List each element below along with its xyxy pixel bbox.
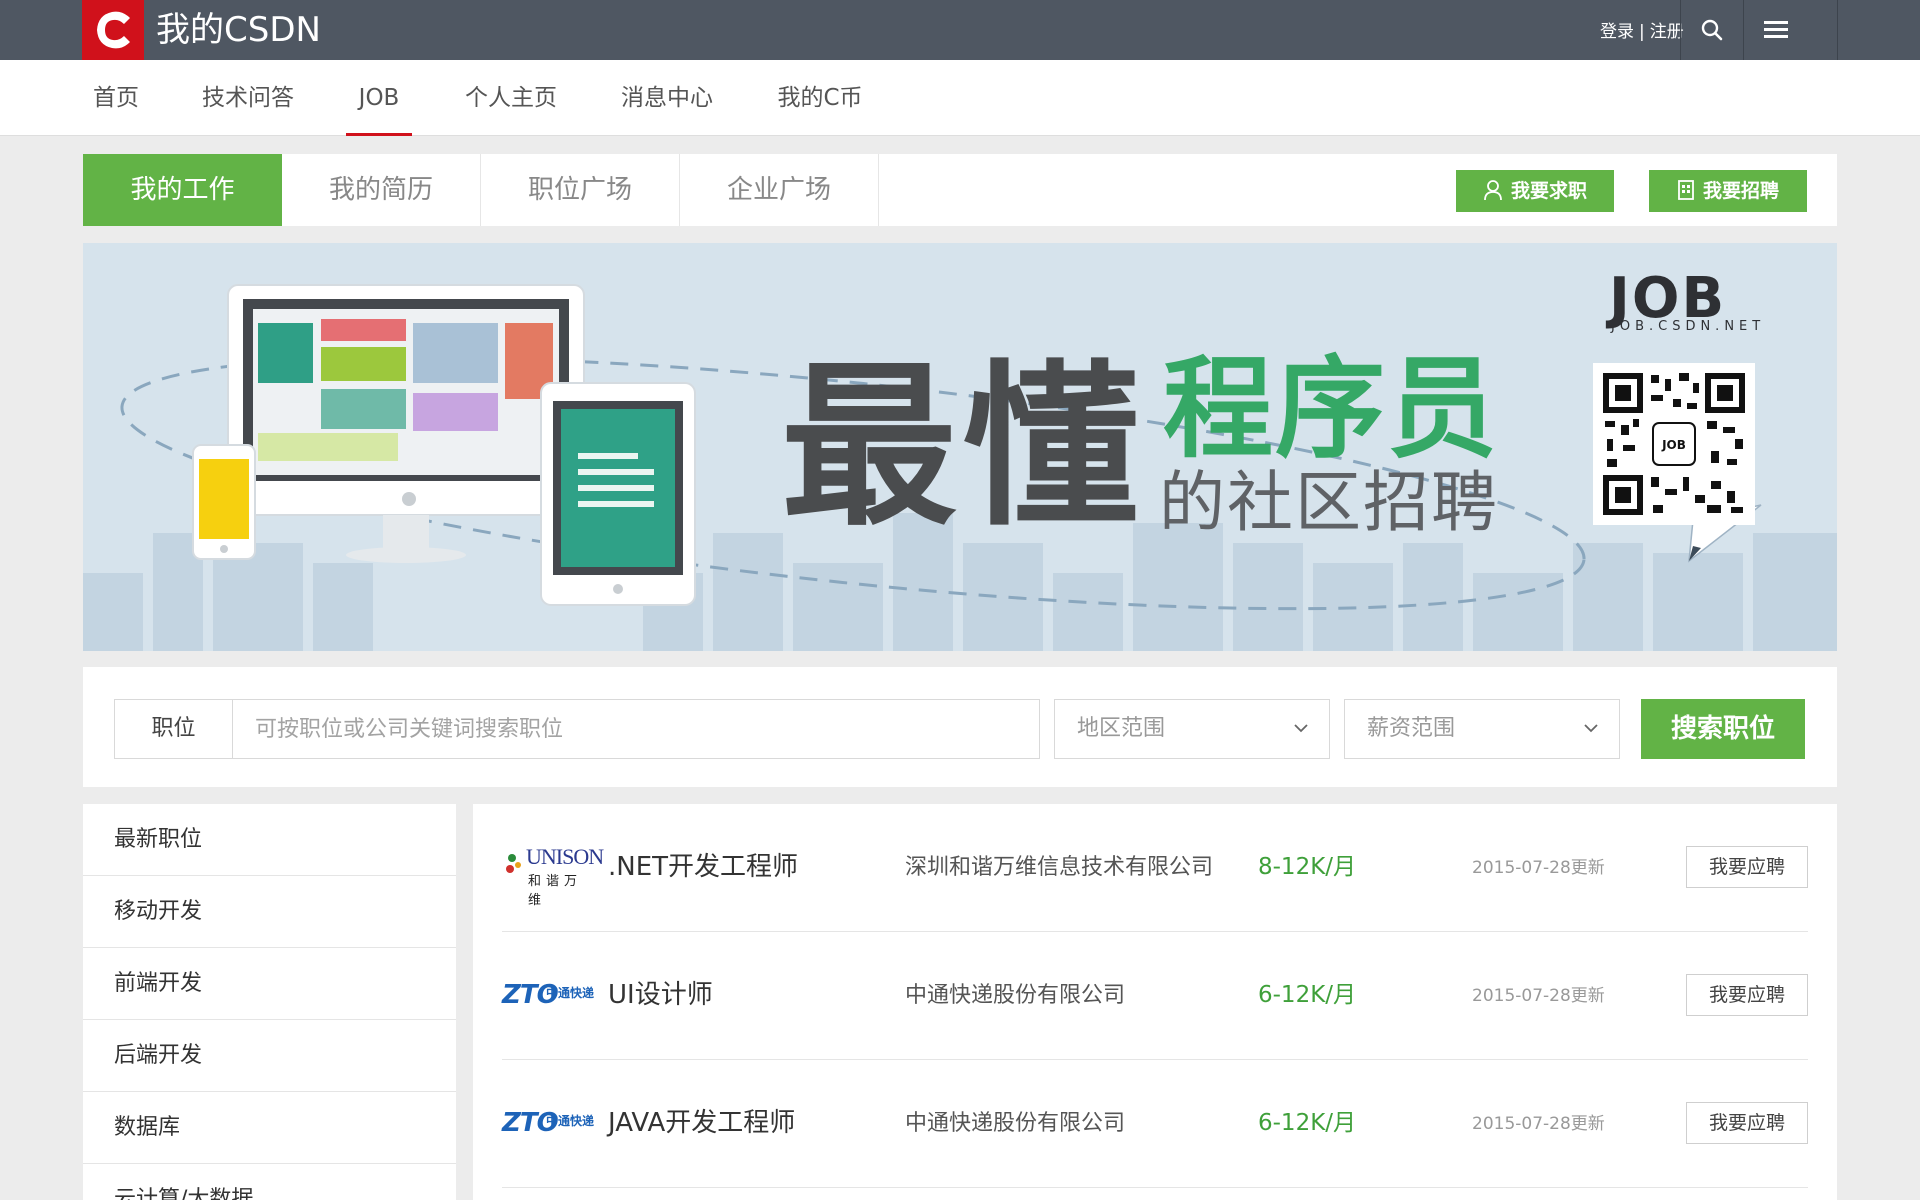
brand-title: 我的CSDN [156,10,321,50]
company-name[interactable]: 中通快递股份有限公司 [905,1108,1125,1140]
tab-job-square[interactable]: 职位广场 [481,154,680,226]
divider [1837,0,1838,60]
tab-my-resume[interactable]: 我的简历 [282,154,481,226]
apply-button[interactable]: 我要应聘 [1686,1102,1808,1144]
seek-job-label: 我要求职 [1510,180,1587,202]
company-logo-cn: 中通快递 [546,1114,595,1128]
salary-select-label: 薪资范围 [1367,716,1456,741]
nav-job[interactable]: JOB [346,60,412,136]
job-updated-date: 2015-07-28更新 [1472,1114,1605,1134]
user-icon [1484,179,1502,200]
menu-icon [1764,21,1788,38]
job-title[interactable]: JAVA开发工程师 [608,1106,795,1140]
nav-tech-qa[interactable]: 技术问答 [199,60,297,136]
menu-button[interactable] [1744,0,1806,60]
register-link[interactable]: 注册 [1650,20,1684,44]
region-select[interactable]: 地区范围 [1054,699,1330,759]
company-name[interactable]: 深圳和谐万维信息技术有限公司 [905,852,1213,884]
salary-select[interactable]: 薪资范围 [1344,699,1620,759]
sidebar-item-cloud[interactable]: 云计算/大数据 [83,1164,456,1200]
nav-profile[interactable]: 个人主页 [462,60,560,136]
nav-messages[interactable]: 消息中心 [618,60,716,136]
company-logo-cn: 和谐万维 [528,874,583,908]
region-select-label: 地区范围 [1077,716,1166,741]
banner-highlight: 程序员 [1163,345,1499,473]
link-separator: | [1639,22,1645,42]
chevron-down-icon [1584,724,1598,733]
qr-center-label: JOB [1662,438,1686,452]
sidebar-item-mobile[interactable]: 移动开发 [83,876,456,948]
main-nav: 首页 技术问答 JOB 个人主页 消息中心 我的C币 [0,60,1920,136]
chevron-down-icon [1294,724,1308,733]
banner-headline: 最懂 [781,345,1146,550]
company-logo: ZTO 中通快递 [502,964,596,1022]
job-tabs: 我的工作 我的简历 职位广场 企业广场 我要求职 我要招聘 [83,154,1837,226]
job-updated-date: 2015-07-28更新 [1472,858,1605,878]
apply-button[interactable]: 我要应聘 [1686,974,1808,1016]
job-row[interactable]: UNISON 和谐万维 .NET开发工程师 深圳和谐万维信息技术有限公司 8-1… [502,804,1808,932]
building-icon [1678,179,1694,200]
top-bar: 我的CSDN 登录 | 注册 [0,0,1920,60]
job-salary: 6-12K/月 [1258,1110,1357,1136]
job-row[interactable]: ZTO 中通快递 UI设计师 中通快递股份有限公司 6-12K/月 2015-0… [502,932,1808,1060]
job-logo-url: JOB.CSDN.NET [1611,319,1766,334]
tab-my-work[interactable]: 我的工作 [83,154,282,226]
recruit-button[interactable]: 我要招聘 [1649,170,1807,212]
company-logo: UNISON 和谐万维 [502,836,604,908]
job-row[interactable]: ZTO 中通快递 JAVA开发工程师 中通快递股份有限公司 6-12K/月 20… [502,1060,1808,1188]
banner-subline: 的社区招聘 [1159,464,1499,541]
job-search-panel: 职位 地区范围 薪资范围 搜索职位 [83,667,1837,787]
seek-job-button[interactable]: 我要求职 [1456,170,1614,212]
job-title[interactable]: UI设计师 [608,978,713,1012]
csdn-c-icon [97,11,130,49]
login-link[interactable]: 登录 [1600,20,1634,44]
company-logo: ZTO 中通快递 [502,1092,596,1150]
search-jobs-button[interactable]: 搜索职位 [1641,699,1805,759]
promo-banner[interactable]: 最懂 程序员 的社区招聘 JOB JOB.CSDN.NET JOB [83,243,1837,651]
job-salary: 6-12K/月 [1258,982,1357,1008]
search-type-label[interactable]: 职位 [114,699,232,759]
apply-button[interactable]: 我要应聘 [1686,846,1808,888]
job-list: UNISON 和谐万维 .NET开发工程师 深圳和谐万维信息技术有限公司 8-1… [473,804,1837,1200]
search-icon [1701,19,1723,41]
tab-company-square[interactable]: 企业广场 [680,154,879,226]
company-logo-text: UNISON [526,844,604,869]
nav-c-coins[interactable]: 我的C币 [774,60,866,136]
sidebar-item-frontend[interactable]: 前端开发 [83,948,456,1020]
nav-home[interactable]: 首页 [92,60,140,136]
job-salary: 8-12K/月 [1258,854,1357,880]
sidebar-item-latest[interactable]: 最新职位 [83,804,456,876]
sidebar-item-backend[interactable]: 后端开发 [83,1020,456,1092]
company-logo-cn: 中通快递 [546,986,595,1000]
job-updated-date: 2015-07-28更新 [1472,986,1605,1006]
company-name[interactable]: 中通快递股份有限公司 [905,980,1125,1012]
qr-code: JOB [1593,363,1755,525]
search-button[interactable] [1681,0,1743,60]
login-register: 登录 | 注册 [1600,20,1684,44]
job-title[interactable]: .NET开发工程师 [608,850,798,884]
csdn-logo[interactable] [82,0,144,60]
sidebar-item-database[interactable]: 数据库 [83,1092,456,1164]
category-sidebar: 最新职位 移动开发 前端开发 后端开发 数据库 云计算/大数据 [83,804,456,1200]
search-input[interactable] [232,699,1040,759]
recruit-label: 我要招聘 [1702,180,1779,202]
